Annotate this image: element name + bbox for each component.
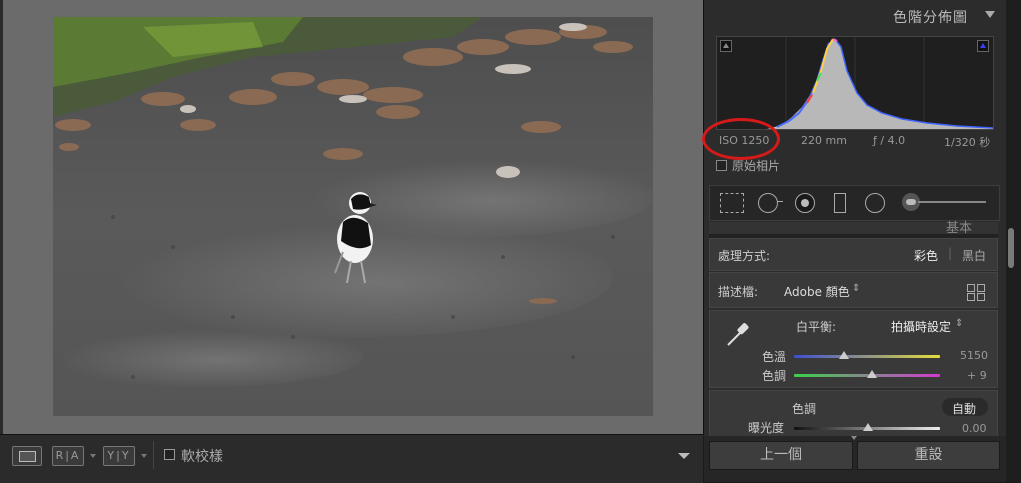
chevron-down-icon[interactable] [141,454,147,458]
histogram-title: 色階分佈圖 [893,10,968,26]
highlight-clipping-icon[interactable] [977,40,989,52]
temp-label: 色溫 [762,350,787,364]
temp-value[interactable]: 5150 [960,349,988,362]
tool-strip [709,185,1000,221]
treatment-divider: | [948,246,953,260]
annotation-circle [702,118,780,160]
temp-slider[interactable] [794,355,940,358]
histogram-curve [717,37,993,129]
wb-dropdown[interactable]: 拍攝時設定 [891,318,951,335]
shutter-value: 1/320 秒 [944,136,991,149]
focal-length-value: 220 mm [801,134,847,147]
reference-view-button[interactable]: R|A [52,446,84,466]
shadow-clipping-icon[interactable] [720,40,732,52]
histogram-graph[interactable] [716,36,994,130]
tint-value[interactable]: + 9 [967,369,987,382]
tone-auto-button[interactable]: 自動 [942,398,988,416]
tint-label: 色調 [762,369,787,383]
treatment-bw-option[interactable]: 黑白 [962,247,986,264]
soft-proof-checkbox[interactable] [164,449,175,460]
red-eye-icon[interactable] [795,193,815,213]
tint-slider-thumb[interactable] [867,370,877,378]
loupe-view-button[interactable] [12,446,42,466]
treatment-label: 處理方式: [718,249,771,263]
exposure-value[interactable]: 0.00 [962,422,987,435]
exposure-label: 曝光度 [748,421,785,435]
original-photo-checkbox[interactable] [716,160,727,171]
tone-auto-label: 自動 [952,402,977,416]
white-balance-section: 白平衡: 拍攝時設定 ⇕ 色溫 5150 色調 + 9 [709,310,998,388]
profile-dropdown[interactable]: Adobe 顏色 [784,283,850,300]
treatment-color-option[interactable]: 彩色 [914,247,938,264]
reset-button[interactable]: 重設 [857,441,1000,470]
dropdown-arrows-icon[interactable]: ⇕ [852,283,860,294]
radial-filter-icon[interactable] [865,193,885,213]
loupe-icon [19,451,36,462]
panel-grip-icon[interactable] [851,436,857,440]
tone-section: 色調 自動 曝光度 0.00 [709,390,998,436]
profile-browser-icon[interactable] [967,284,975,292]
chevron-down-icon[interactable] [90,454,96,458]
temp-slider-thumb[interactable] [839,351,849,359]
brush-size-slider[interactable] [918,201,986,203]
left-panel-edge [0,0,3,434]
tone-label: 色調 [792,402,817,416]
aperture-value: ƒ / 4.0 [873,134,906,147]
wb-label: 白平衡: [796,320,837,334]
before-after-view-button[interactable]: Y|Y [103,446,135,466]
soft-proof-label: 軟校樣 [181,449,223,465]
toolbar-menu-chevron-icon[interactable] [678,453,690,459]
eyedropper-icon[interactable] [722,319,752,349]
treatment-row: 處理方式: 彩色 | 黑白 [709,238,998,271]
scrollbar-thumb[interactable] [1008,228,1014,268]
spot-removal-arrow [777,201,783,202]
exposure-slider-thumb[interactable] [863,423,873,431]
crop-overlay-icon[interactable] [720,193,744,213]
previous-button[interactable]: 上一個 [709,441,853,470]
dropdown-arrows-icon[interactable]: ⇕ [955,318,963,329]
histogram-header[interactable]: 色階分佈圖 [704,0,1006,32]
profile-row: 描述檔: Adobe 顏色 ⇕ [709,272,998,308]
toolbar-divider [153,441,154,469]
profile-label: 描述檔: [718,285,759,299]
bird-photo-image [53,17,653,416]
spot-removal-icon[interactable] [758,193,778,213]
collapse-triangle-icon[interactable] [985,11,995,18]
photo-preview[interactable] [53,17,653,416]
graduated-filter-icon[interactable] [834,193,846,213]
original-photo-label: 原始相片 [732,159,781,173]
